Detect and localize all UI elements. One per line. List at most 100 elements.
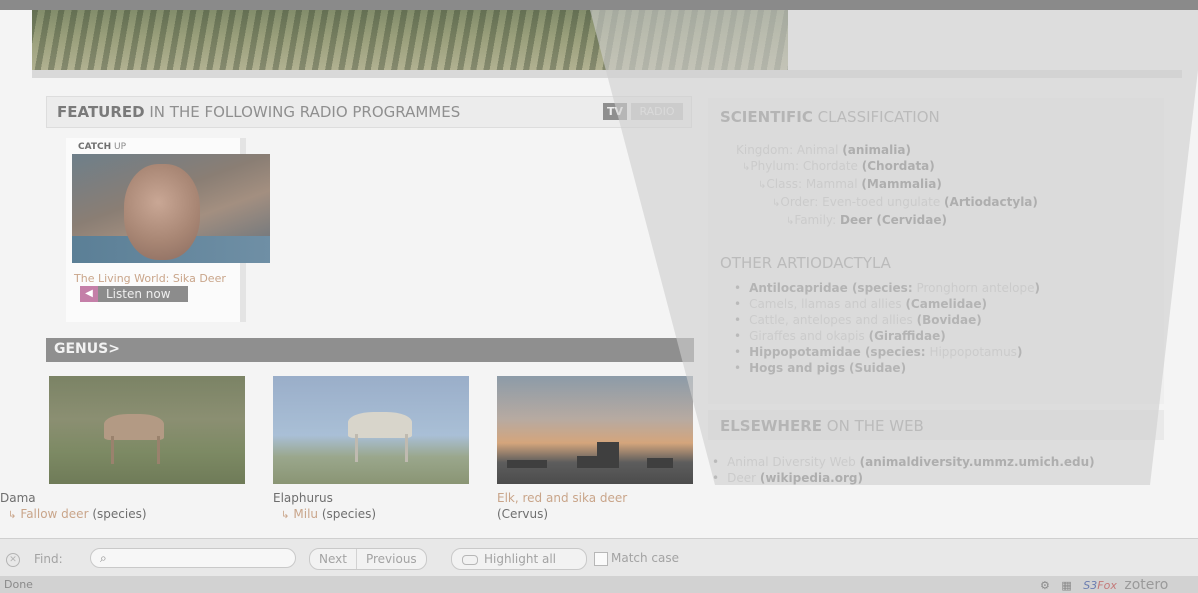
list-item: Giraffes and okapis (Giraffidae)	[734, 328, 1040, 344]
deer-leg	[355, 434, 358, 462]
catchup-label-bold: CATCH	[78, 142, 112, 152]
s3fox-icon[interactable]: S3Fox	[1083, 579, 1117, 592]
match-case-label: Match case	[611, 551, 680, 565]
genus-title[interactable]: GENUS>	[54, 341, 120, 357]
item-link[interactable]: Giraffes and okapis	[749, 329, 865, 343]
fox-label: Fox	[1097, 579, 1117, 592]
status-icons: ⚙ ▦ S3Fox zotero	[1040, 577, 1168, 593]
catchup-label-rest: UP	[111, 142, 127, 152]
zotero-button[interactable]: zotero	[1124, 577, 1168, 593]
item-link[interactable]: Camels, llamas and allies	[749, 297, 902, 311]
genus-species-link[interactable]: Fallow deer	[20, 507, 88, 521]
featured-title-bold: FEATURED	[57, 103, 145, 121]
item-tail: (Camelidae)	[905, 297, 988, 311]
status-bar: Done ⚙ ▦ S3Fox zotero	[0, 576, 1198, 593]
phylum-latin: (Chordata)	[861, 159, 935, 173]
arrow-icon: ↳	[8, 510, 17, 521]
kingdom-link[interactable]: Kingdom: Animal	[736, 143, 838, 157]
item-tail: )	[1034, 281, 1041, 295]
order-link[interactable]: Order: Even-toed ungulate	[780, 195, 940, 209]
other-list: Antilocapridae (species: Pronghorn antel…	[734, 280, 1040, 376]
featured-title-rest: IN THE FOLLOWING RADIO PROGRAMMES	[144, 103, 461, 121]
genus-caption-cervus: Elk, red and sika deer (Cervus)	[497, 490, 627, 522]
tab-radio[interactable]: RADIO	[631, 103, 683, 120]
classification-title-bold: SCIENTIFIC	[720, 108, 813, 126]
highlight-all-button[interactable]: Highlight all	[451, 548, 587, 570]
genus-name: Elaphurus	[273, 491, 333, 505]
elsewhere-title-rest: ON THE WEB	[822, 417, 924, 435]
web-domain: (wikipedia.org)	[759, 471, 863, 485]
kingdom-latin: (animalia)	[842, 143, 911, 157]
classification-title-rest: CLASSIFICATION	[812, 108, 940, 126]
find-input[interactable]	[90, 548, 296, 568]
class-link[interactable]: Class: Mammal	[766, 177, 857, 191]
addon-icon[interactable]: ⚙	[1040, 579, 1050, 592]
classification-tree: Kingdom: Animal (animalia) ↳Phylum: Chor…	[708, 142, 1038, 230]
list-item: Deer (wikipedia.org)	[712, 470, 1095, 486]
next-button[interactable]: Next	[310, 549, 357, 569]
phylum-link[interactable]: Phylum: Chordate	[750, 159, 858, 173]
highlight-all-label: Highlight all	[484, 552, 557, 566]
status-text: Done	[4, 578, 33, 591]
listen-now-label: Listen now	[106, 287, 171, 301]
list-item: Antilocapridae (species: Pronghorn antel…	[734, 280, 1040, 296]
find-label: Find:	[34, 552, 63, 566]
elsewhere-title: ELSEWHERE ON THE WEB	[720, 417, 924, 435]
web-domain: (animaldiversity.ummz.umich.edu)	[859, 455, 1095, 469]
family-name: Deer (Cervidae)	[840, 213, 947, 227]
page-content: FEATURED IN THE FOLLOWING RADIO PROGRAMM…	[0, 10, 1198, 538]
search-icon: ⌕	[100, 551, 107, 565]
thumb-milu[interactable]	[273, 376, 469, 484]
genus-caption-dama: Dama ↳ Fallow deer (species)	[0, 490, 147, 524]
web-link[interactable]: Animal Diversity Web	[727, 455, 856, 469]
calendar-icon[interactable]: ▦	[1061, 579, 1071, 592]
s3-label: S3	[1083, 579, 1098, 592]
deer-silhouette	[597, 442, 619, 468]
deer-leg	[405, 434, 408, 462]
deer-silhouette	[647, 458, 673, 468]
programme-title-link[interactable]: The Living World: Sika Deer	[74, 272, 226, 285]
find-bar: ✕ Find: ⌕ Next Previous Highlight all Ma…	[0, 538, 1198, 577]
window-top-bar	[0, 0, 1198, 10]
item-link[interactable]: Pronghorn antelope	[916, 281, 1034, 295]
item-tail: )	[1016, 345, 1023, 359]
catchup-label: CATCH UP	[78, 142, 126, 152]
item-bold: Hogs and pigs	[749, 361, 846, 375]
banner-divider	[32, 70, 1182, 78]
item-link[interactable]: Cattle, antelopes and allies	[749, 313, 913, 327]
classification-title: SCIENTIFIC CLASSIFICATION	[720, 108, 940, 126]
other-artiodactyla: OTHER ARTIODACTYLA Antilocapridae (speci…	[708, 244, 1164, 404]
find-nav-buttons: Next Previous	[309, 548, 427, 570]
previous-button[interactable]: Previous	[357, 549, 426, 569]
genus-species-link[interactable]: Milu	[293, 507, 318, 521]
thumb-elk[interactable]	[497, 376, 693, 484]
elsewhere-title-bold: ELSEWHERE	[720, 417, 822, 435]
photo-face	[124, 164, 200, 260]
order-latin: (Artiodactyla)	[944, 195, 1038, 209]
list-item: Hippopotamidae (species: Hippopotamus)	[734, 344, 1040, 360]
list-item: Cattle, antelopes and allies (Bovidae)	[734, 312, 1040, 328]
list-item: Hogs and pigs (Suidae)	[734, 360, 1040, 376]
thumb-fallow-deer[interactable]	[49, 376, 245, 484]
elsewhere-header: ELSEWHERE ON THE WEB	[708, 410, 1164, 440]
item-tail: (Suidae)	[848, 361, 907, 375]
family-link[interactable]: Family:	[794, 213, 836, 227]
catchup-card: CATCH UP The Living World: Sika Deer ◀ Li…	[66, 138, 270, 322]
genus-suffix: (species)	[92, 507, 147, 521]
web-link[interactable]: Deer	[727, 471, 756, 485]
arrow-icon: ↳	[281, 510, 290, 521]
genus-name-link[interactable]: Elk, red and sika deer	[497, 490, 627, 506]
deer-leg	[111, 436, 114, 464]
item-tail: (Giraffidae)	[868, 329, 946, 343]
deer-leg	[157, 436, 160, 464]
programme-photo[interactable]	[72, 154, 270, 263]
class-latin: (Mammalia)	[861, 177, 942, 191]
close-icon[interactable]: ✕	[6, 553, 20, 567]
match-case-checkbox[interactable]	[594, 552, 608, 566]
tab-tv[interactable]: TV	[603, 103, 627, 120]
featured-header: FEATURED IN THE FOLLOWING RADIO PROGRAMM…	[46, 96, 692, 128]
item-link[interactable]: Hippopotamus	[929, 345, 1017, 359]
listen-now-button[interactable]: ◀ Listen now	[80, 286, 188, 302]
genus-caption-elaphurus: Elaphurus ↳ Milu (species)	[273, 490, 376, 524]
other-title: OTHER ARTIODACTYLA	[720, 254, 891, 272]
